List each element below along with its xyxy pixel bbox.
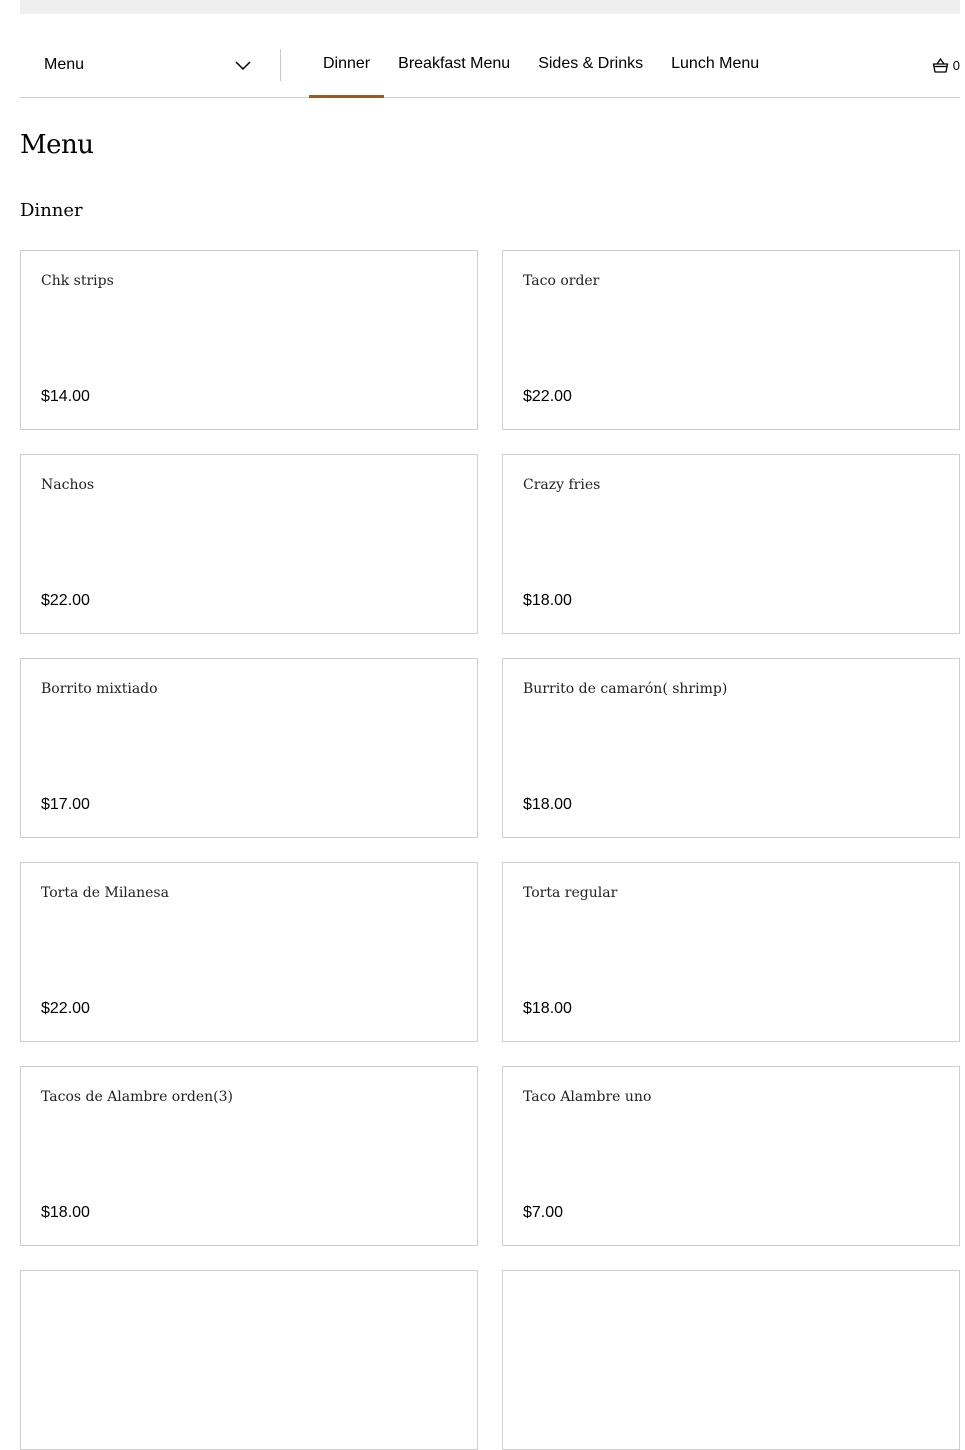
tab-lunch-menu[interactable]: Lunch Menu [657, 32, 773, 97]
menu-item-name: Crazy fries [523, 477, 601, 493]
menu-item-name: Tacos de Alambre orden(3) [41, 1089, 234, 1105]
top-banner-strip [20, 0, 960, 14]
section-title: Dinner [20, 200, 83, 221]
menu-item-grid: Chk strips $14.00 Taco order $22.00 Nach… [20, 250, 960, 1450]
menu-item-card[interactable]: Burrito de camarón( shrimp) $18.00 [502, 658, 960, 838]
chevron-down-icon [235, 61, 251, 71]
menu-item-name: Chk strips [41, 273, 114, 289]
menu-item-name: Borrito mixtiado [41, 681, 158, 697]
menu-item-card[interactable]: Taco Alambre uno $7.00 [502, 1066, 960, 1246]
menu-item-name: Taco Alambre uno [523, 1089, 652, 1105]
menu-item-card[interactable]: Borrito mixtiado $17.00 [20, 658, 478, 838]
menu-tabs: Dinner Breakfast Menu Sides & Drinks Lun… [309, 32, 773, 98]
menu-item-name: Taco order [523, 273, 600, 289]
menu-item-price: $17.00 [41, 796, 90, 813]
menu-select-dropdown[interactable]: Menu [20, 32, 260, 96]
cart-button[interactable]: 0 [932, 56, 960, 74]
menu-item-price: $18.00 [523, 796, 572, 813]
menu-item-card[interactable]: Taco order $22.00 [502, 250, 960, 430]
menu-item-price: $22.00 [41, 592, 90, 609]
menu-item-card[interactable]: Torta de Milanesa $22.00 [20, 862, 478, 1042]
menu-item-card[interactable]: Tacos de Alambre orden(3) $18.00 [20, 1066, 478, 1246]
menu-item-price: $18.00 [523, 1000, 572, 1017]
menu-item-price: $7.00 [523, 1204, 564, 1221]
menu-navigation: Menu Dinner Breakfast Menu Sides & Drink… [20, 32, 960, 98]
menu-item-price: $22.00 [41, 1000, 90, 1017]
menu-item-price: $18.00 [41, 1204, 90, 1221]
menu-item-card[interactable]: Chk strips $14.00 [20, 250, 478, 430]
menu-item-price: $14.00 [41, 388, 90, 405]
menu-item-card[interactable] [502, 1270, 960, 1450]
page-title: Menu [20, 130, 94, 160]
menu-item-name: Torta regular [523, 885, 618, 901]
menu-item-card[interactable] [20, 1270, 478, 1450]
menu-item-name: Torta de Milanesa [41, 885, 169, 901]
cart-count: 0 [952, 57, 960, 73]
menu-item-card[interactable]: Torta regular $18.00 [502, 862, 960, 1042]
menu-item-card[interactable]: Crazy fries $18.00 [502, 454, 960, 634]
menu-item-price: $18.00 [523, 592, 572, 609]
tab-dinner[interactable]: Dinner [309, 32, 385, 98]
basket-icon [932, 57, 948, 73]
menu-item-name: Burrito de camarón( shrimp) [523, 681, 728, 697]
menu-item-name: Nachos [41, 477, 95, 493]
menu-item-price: $22.00 [523, 388, 572, 405]
menu-select-label: Menu [44, 56, 85, 73]
tab-breakfast-menu[interactable]: Breakfast Menu [384, 32, 524, 97]
tab-sides-drinks[interactable]: Sides & Drinks [524, 32, 657, 97]
nav-divider [280, 49, 281, 81]
menu-item-card[interactable]: Nachos $22.00 [20, 454, 478, 634]
